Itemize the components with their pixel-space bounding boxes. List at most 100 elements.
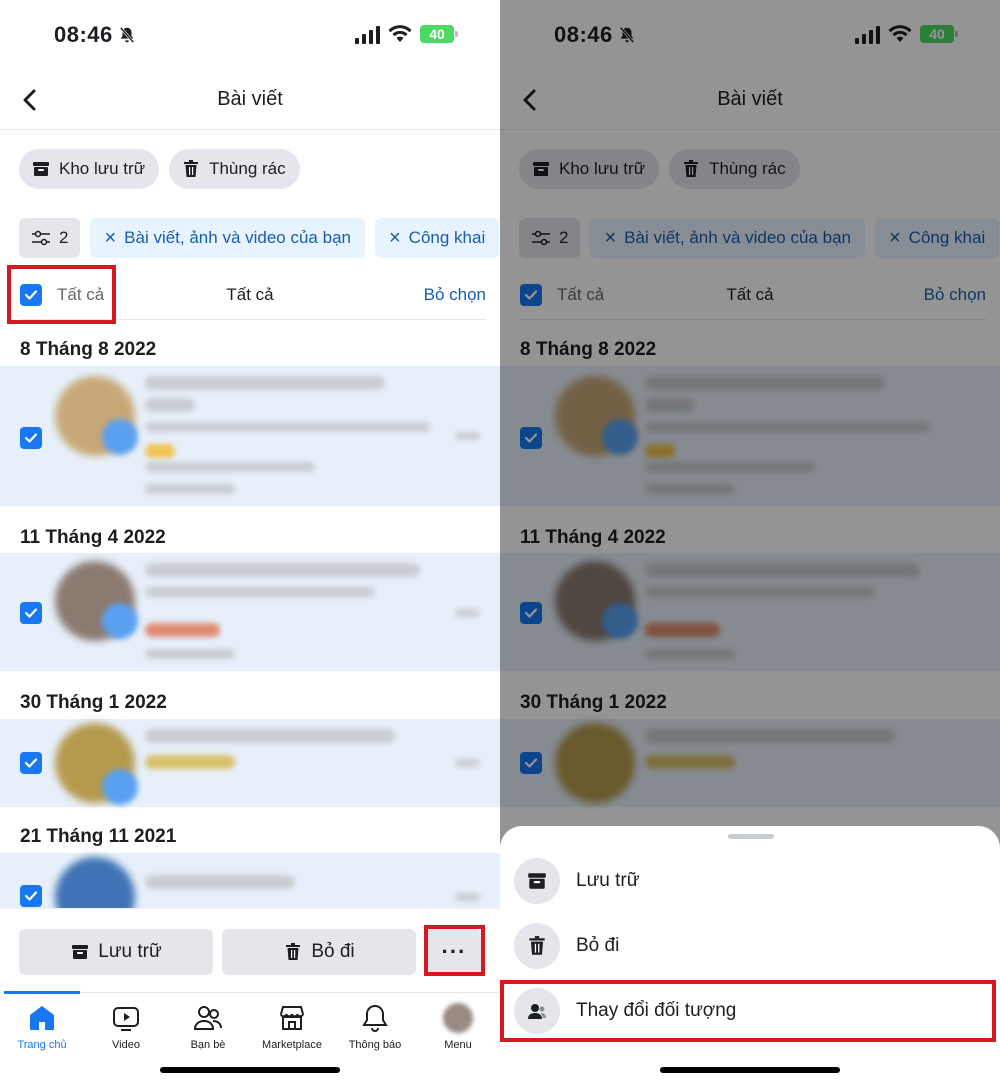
filter-chip-posts[interactable]: × Bài viết, ảnh và video của bạn [90, 218, 365, 258]
check-icon [24, 891, 38, 901]
trash-chip[interactable]: Thùng rác [169, 149, 300, 189]
blurred-emoji [145, 623, 220, 637]
blurred-emoji [145, 444, 175, 458]
tab-home[interactable]: Trang chủ [0, 1003, 84, 1051]
close-icon: × [104, 226, 117, 249]
close-icon: × [388, 226, 401, 249]
date-heading: 30 Tháng 1 2022 [20, 692, 167, 713]
filter-row: 2 × Bài viết, ảnh và video của bạn × Côn… [19, 218, 500, 258]
post-row[interactable] [0, 553, 500, 671]
tab-menu[interactable]: Menu [416, 1003, 500, 1051]
tab-menu-label: Menu [444, 1039, 472, 1051]
more-options-button[interactable]: ··· [426, 929, 482, 975]
post-row[interactable] [0, 853, 500, 937]
video-icon [113, 1007, 139, 1031]
action-sheet: Lưu trữ Bỏ đi Thay đổi đối tượng [500, 826, 1000, 1083]
filter-chip-public-label: Công khai [408, 228, 486, 247]
archive-chip[interactable]: Kho lưu trữ [19, 149, 160, 189]
filter-settings-button[interactable]: 2 [19, 218, 81, 258]
status-bar: 08:46 40 [0, 0, 500, 70]
left-screen: 08:46 40 Bài viết Kho lưu trữ Thùng rác … [0, 0, 500, 1083]
active-tab-indicator [4, 991, 80, 994]
blurred-text [455, 609, 480, 617]
right-screen: 08:46 40 Bài viết Kho lưu trữ Thùng rác … [500, 0, 1000, 1083]
blurred-text [145, 484, 235, 494]
filter-count: 2 [59, 228, 69, 247]
check-icon [24, 608, 38, 618]
bulk-action-bar: Lưu trữ Bỏ đi ··· [0, 908, 500, 992]
post-checkbox[interactable] [20, 885, 42, 907]
trash-icon [184, 160, 199, 177]
sheet-item-change-audience[interactable]: Thay đổi đối tượng [514, 985, 984, 1037]
blurred-text [145, 875, 295, 889]
post-row[interactable] [0, 719, 500, 807]
archive-box-icon [72, 945, 89, 959]
audience-icon [514, 988, 560, 1034]
filter-chip-posts-label: Bài viết, ảnh và video của bạn [124, 228, 351, 247]
tab-bar: Trang chủ Video Bạn bè Marketplace Thông… [0, 991, 500, 1083]
home-indicator [160, 1067, 340, 1073]
trash-icon [514, 923, 560, 969]
signal-icon [355, 26, 380, 44]
bell-icon [362, 1004, 388, 1032]
tab-friends[interactable]: Bạn bè [166, 1003, 250, 1051]
archive-button-label: Lưu trữ [98, 941, 162, 962]
friends-icon [193, 1006, 222, 1030]
sheet-grabber[interactable] [728, 834, 774, 839]
shop-icon [280, 1006, 304, 1030]
tab-friends-label: Bạn bè [190, 1039, 226, 1051]
remove-button[interactable]: Bỏ đi [222, 929, 416, 975]
blurred-text [145, 398, 195, 412]
profile-badge [102, 769, 138, 805]
tab-notifications-label: Thông báo [348, 1039, 402, 1051]
header: Bài viết [0, 70, 500, 130]
tab-notifications[interactable]: Thông báo [333, 1003, 417, 1051]
trash-icon [286, 943, 301, 960]
trash-chip-label: Thùng rác [209, 159, 286, 178]
post-checkbox[interactable] [20, 602, 42, 624]
check-icon [24, 758, 38, 768]
tab-video-label: Video [112, 1039, 140, 1051]
unselect-button[interactable]: Bỏ chọn [424, 285, 486, 305]
avatar [443, 1003, 473, 1033]
home-indicator [660, 1067, 840, 1073]
storage-chips: Kho lưu trữ Thùng rác [19, 149, 300, 189]
date-heading: 21 Tháng 11 2021 [20, 826, 177, 847]
blurred-text [455, 893, 480, 901]
select-all-row: Tất cả Tất cả Bỏ chọn [0, 270, 500, 320]
tab-video[interactable]: Video [84, 1003, 168, 1051]
sheet-item-remove[interactable]: Bỏ đi [514, 920, 984, 972]
sliders-icon [32, 230, 50, 246]
divider [20, 319, 486, 320]
profile-badge [102, 603, 138, 639]
filter-chip-public[interactable]: × Công khai [374, 218, 500, 258]
blurred-text [455, 432, 480, 440]
wifi-icon [388, 25, 412, 42]
archive-box-icon [33, 162, 49, 176]
check-icon [24, 433, 38, 443]
blurred-emoji [145, 755, 235, 769]
blurred-text [145, 563, 420, 577]
battery-indicator: 40 [420, 25, 458, 43]
sheet-item-archive[interactable]: Lưu trữ [514, 855, 984, 907]
post-checkbox[interactable] [20, 427, 42, 449]
tab-marketplace-label: Marketplace [262, 1039, 322, 1051]
archive-button[interactable]: Lưu trữ [19, 929, 213, 975]
post-row[interactable] [0, 366, 500, 506]
blurred-text [145, 462, 315, 472]
blurred-text [145, 422, 430, 432]
blurred-text [145, 649, 235, 659]
blurred-text [455, 759, 480, 767]
tab-marketplace[interactable]: Marketplace [250, 1003, 334, 1051]
archive-box-icon [514, 858, 560, 904]
remove-button-label: Bỏ đi [311, 941, 355, 962]
date-heading: 8 Tháng 8 2022 [20, 339, 157, 360]
bell-muted-icon [119, 26, 135, 44]
tab-home-label: Trang chủ [17, 1039, 67, 1051]
blurred-text [145, 587, 375, 597]
profile-badge [102, 419, 138, 455]
blurred-text [145, 729, 395, 743]
sheet-item-archive-label: Lưu trữ [576, 870, 640, 891]
status-time: 08:46 [54, 22, 113, 47]
post-checkbox[interactable] [20, 752, 42, 774]
